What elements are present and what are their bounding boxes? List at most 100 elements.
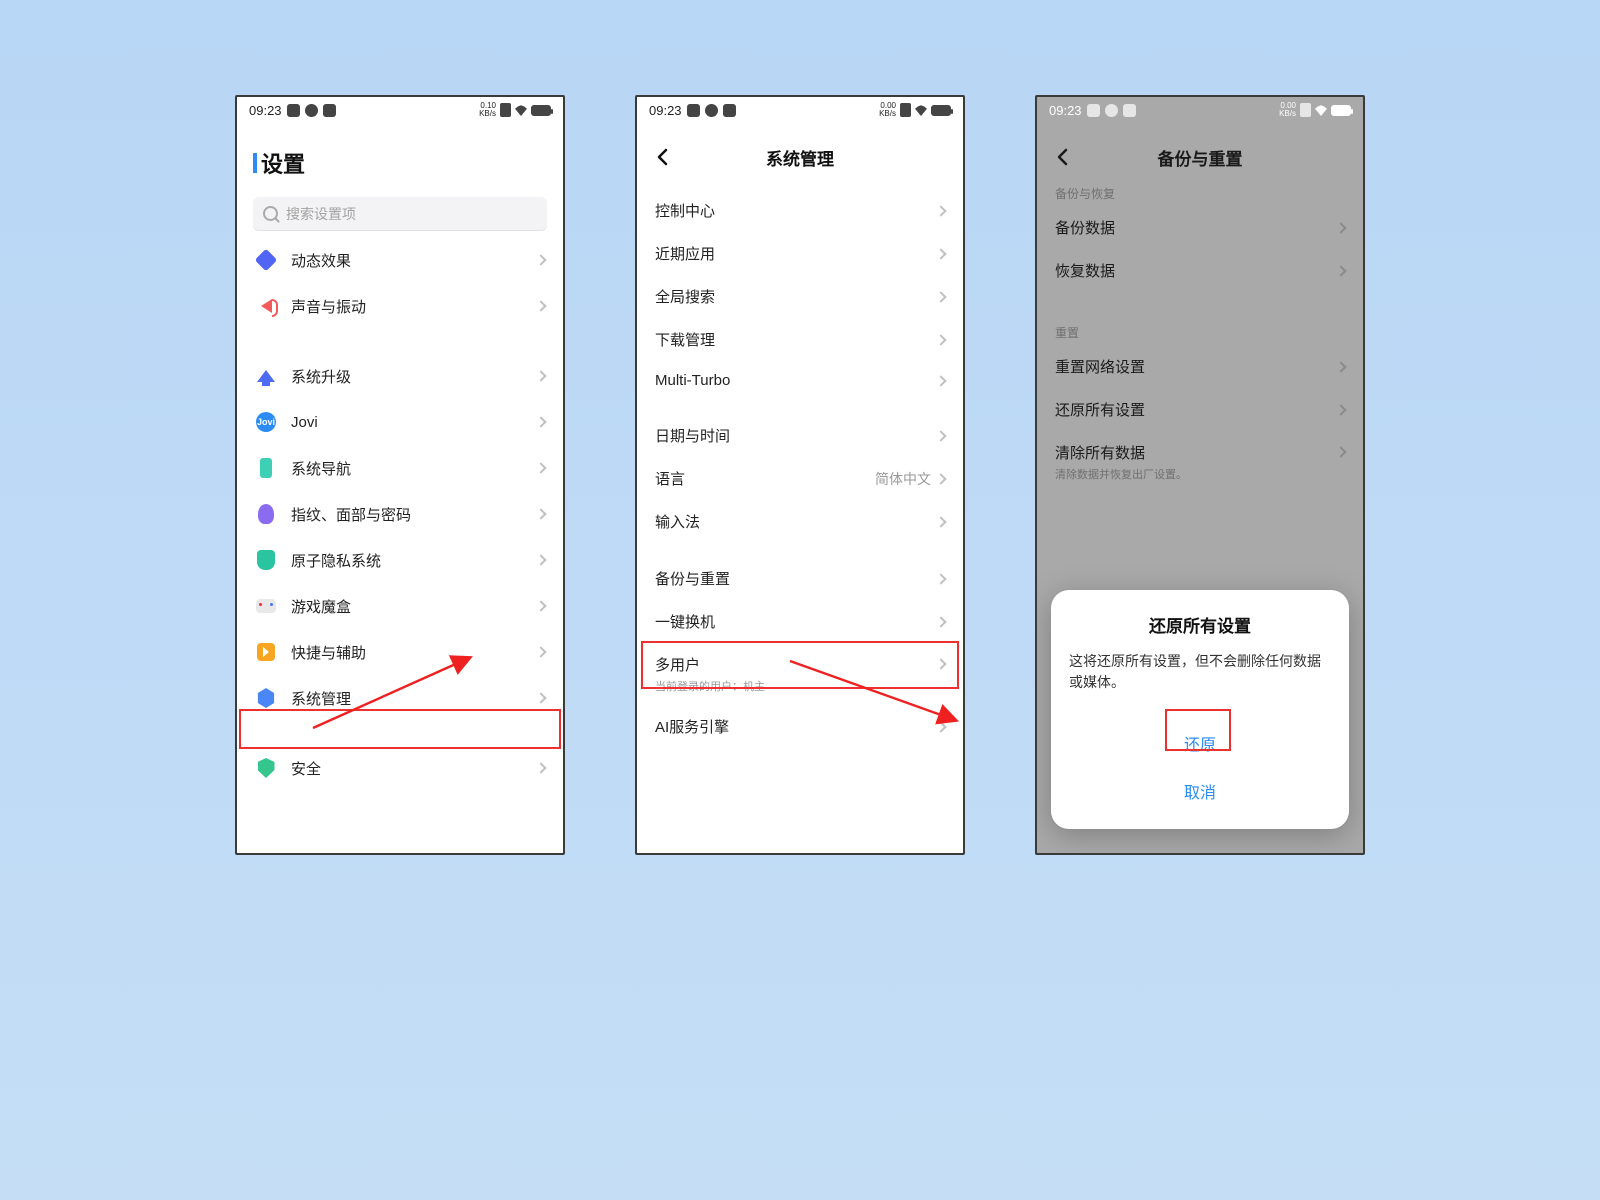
chevron-right-icon (535, 254, 546, 265)
section-reset: 重置 (1037, 316, 1363, 345)
status-sim-icon (500, 103, 511, 117)
gamepad-icon (255, 595, 277, 617)
language-value: 简体中文 (875, 469, 931, 489)
battery-icon (531, 105, 551, 116)
status-bar: 09:23 0.10KB/s (237, 97, 563, 123)
confirm-dialog: 还原所有设置 这将还原所有设置，但不会删除任何数据或媒体。 还原 取消 (1051, 590, 1349, 829)
status-time: 09:23 (1049, 103, 1082, 118)
chevron-right-icon (1335, 265, 1346, 276)
dialog-title: 还原所有设置 (1069, 612, 1331, 637)
hexagon-icon (255, 687, 277, 709)
item-ai-engine[interactable]: AI服务引擎 (637, 705, 963, 748)
item-backup-data[interactable]: 备份数据 (1037, 206, 1363, 249)
item-language[interactable]: 语言 简体中文 (637, 457, 963, 500)
item-dynamic-effects[interactable]: 动态效果 (237, 237, 563, 283)
section-backup-restore: 备份与恢复 (1037, 177, 1363, 206)
chevron-right-icon (935, 721, 946, 732)
item-upgrade[interactable]: 系统升级 (237, 353, 563, 399)
security-shield-icon (255, 757, 277, 779)
status-cloud-icon (305, 104, 318, 117)
quick-icon (255, 641, 277, 663)
status-bar: 09:23 0.00KB/s (1037, 97, 1363, 123)
item-clear-all-data[interactable]: 清除所有数据 清除数据并恢复出厂设置。 (1037, 431, 1363, 493)
status-netspeed: 0.10KB/s (479, 102, 496, 118)
wifi-icon (915, 104, 927, 116)
chevron-right-icon (935, 248, 946, 259)
item-global-search[interactable]: 全局搜索 (637, 275, 963, 318)
dialog-body: 这将还原所有设置，但不会删除任何数据或媒体。 (1069, 651, 1331, 693)
fingerprint-icon (255, 503, 277, 525)
chevron-right-icon (935, 516, 946, 527)
chevron-right-icon (1335, 404, 1346, 415)
settings-list[interactable]: 动态效果 声音与振动 系统升级 Jovi Jovi 系统导航 指纹、面部与密码 (237, 237, 563, 853)
sysmgmt-list[interactable]: 控制中心 近期应用 全局搜索 下载管理 Multi-Turbo 日期与时间 语言… (637, 177, 963, 853)
item-jovi[interactable]: Jovi Jovi (237, 399, 563, 445)
status-app-icon (287, 104, 300, 117)
status-notif-icon (323, 104, 336, 117)
status-app-icon (1087, 104, 1100, 117)
item-download-mgr[interactable]: 下载管理 (637, 318, 963, 361)
cancel-button[interactable]: 取消 (1069, 767, 1331, 815)
item-recent-apps[interactable]: 近期应用 (637, 232, 963, 275)
shield-icon (255, 549, 277, 571)
status-cloud-icon (705, 104, 718, 117)
item-game[interactable]: 游戏魔盒 (237, 583, 563, 629)
item-restore-all-settings[interactable]: 还原所有设置 (1037, 388, 1363, 431)
status-sim-icon (1300, 103, 1311, 117)
page-title: 备份与重置 (1037, 145, 1363, 170)
header: 设置 (237, 123, 563, 189)
battery-icon (1331, 105, 1351, 116)
chevron-right-icon (535, 300, 546, 311)
item-multiuser[interactable]: 多用户 当前登录的用户：机主 (637, 643, 963, 705)
item-control-center[interactable]: 控制中心 (637, 189, 963, 232)
chevron-right-icon (935, 573, 946, 584)
arrow-up-icon (255, 365, 277, 387)
chevron-right-icon (535, 508, 546, 519)
chevron-right-icon (535, 692, 546, 703)
item-nav[interactable]: 系统导航 (237, 445, 563, 491)
phone-3-backup-reset: 09:23 0.00KB/s 备份与重置 备份与恢复 备份数据 恢复数据 (1035, 95, 1365, 855)
chevron-right-icon (935, 658, 946, 669)
chevron-right-icon (535, 462, 546, 473)
status-notif-icon (723, 104, 736, 117)
chevron-right-icon (535, 646, 546, 657)
chevron-right-icon (935, 375, 946, 386)
search-icon (263, 206, 278, 221)
status-time: 09:23 (249, 103, 282, 118)
item-restore-data[interactable]: 恢复数据 (1037, 249, 1363, 292)
multiuser-subtext: 当前登录的用户：机主 (655, 678, 937, 694)
chevron-right-icon (935, 616, 946, 627)
chevron-right-icon (535, 370, 546, 381)
item-sound[interactable]: 声音与振动 (237, 283, 563, 329)
page-title: 设置 (253, 147, 305, 179)
item-system-management[interactable]: 系统管理 (237, 675, 563, 721)
chevron-right-icon (1335, 446, 1346, 457)
chevron-right-icon (535, 416, 546, 427)
confirm-button[interactable]: 还原 (1069, 719, 1331, 767)
item-fingerprint[interactable]: 指纹、面部与密码 (237, 491, 563, 537)
status-cloud-icon (1105, 104, 1118, 117)
item-backup-reset[interactable]: 备份与重置 (637, 557, 963, 600)
header: 备份与重置 (1037, 123, 1363, 177)
item-datetime[interactable]: 日期与时间 (637, 414, 963, 457)
item-privacy[interactable]: 原子隐私系统 (237, 537, 563, 583)
status-notif-icon (1123, 104, 1136, 117)
chevron-right-icon (935, 473, 946, 484)
chevron-right-icon (535, 762, 546, 773)
item-quick[interactable]: 快捷与辅助 (237, 629, 563, 675)
wifi-icon (1315, 104, 1327, 116)
search-input[interactable]: 搜索设置项 (253, 197, 547, 231)
status-time: 09:23 (649, 103, 682, 118)
phone-1-settings: 09:23 0.10KB/s 设置 搜索设置项 动态效果 声音与振动 (235, 95, 565, 855)
item-reset-network[interactable]: 重置网络设置 (1037, 345, 1363, 388)
item-multiturbo[interactable]: Multi-Turbo (637, 361, 963, 400)
item-security[interactable]: 安全 (237, 745, 563, 791)
chevron-right-icon (935, 291, 946, 302)
chevron-right-icon (1335, 222, 1346, 233)
diamond-icon (255, 249, 277, 271)
header: 系统管理 (637, 123, 963, 177)
clear-all-subtext: 清除数据并恢复出厂设置。 (1055, 466, 1337, 482)
jovi-icon: Jovi (255, 411, 277, 433)
item-one-switch[interactable]: 一键换机 (637, 600, 963, 643)
item-ime[interactable]: 输入法 (637, 500, 963, 543)
